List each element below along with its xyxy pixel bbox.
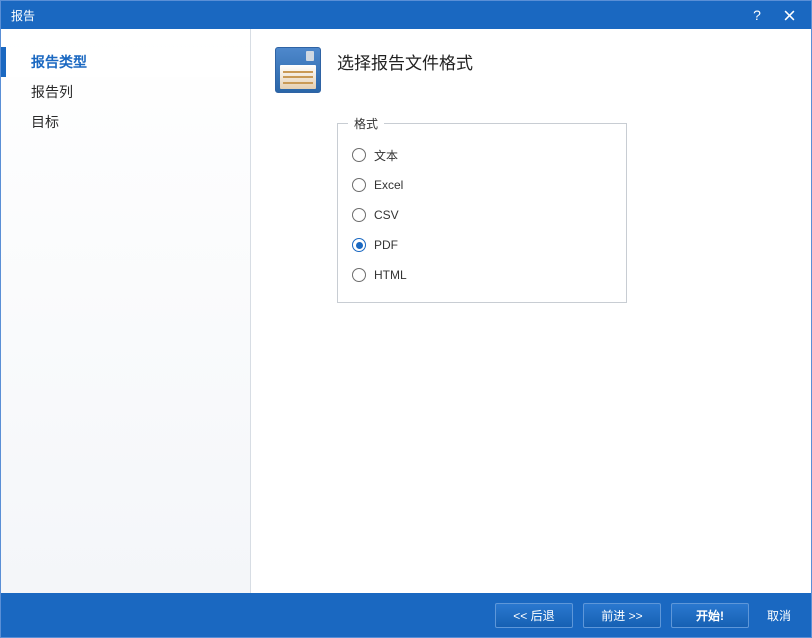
format-group: 格式 文本 Excel CSV PDF [337, 123, 627, 303]
radio-csv[interactable]: CSV [352, 200, 612, 230]
sidebar: 报告类型 报告列 目标 [1, 29, 251, 593]
page-title: 选择报告文件格式 [337, 47, 473, 74]
sidebar-item-target[interactable]: 目标 [1, 107, 250, 137]
sidebar-item-label: 报告列 [31, 82, 73, 102]
sidebar-item-report-columns[interactable]: 报告列 [1, 77, 250, 107]
radio-text[interactable]: 文本 [352, 140, 612, 170]
radio-icon [352, 148, 366, 162]
radio-icon [352, 268, 366, 282]
radio-icon [352, 178, 366, 192]
radio-icon [352, 238, 366, 252]
save-icon [275, 47, 321, 93]
radio-pdf[interactable]: PDF [352, 230, 612, 260]
button-label: << 后退 [513, 607, 554, 624]
start-button[interactable]: 开始! [671, 603, 749, 628]
button-label: 开始! [696, 607, 724, 624]
radio-html[interactable]: HTML [352, 260, 612, 290]
sidebar-item-label: 目标 [31, 112, 59, 132]
radio-label: PDF [374, 238, 398, 252]
button-label: 前进 >> [601, 607, 642, 624]
close-icon[interactable] [773, 1, 805, 29]
next-button[interactable]: 前进 >> [583, 603, 661, 628]
help-icon[interactable]: ? [741, 1, 773, 29]
window-title: 报告 [11, 7, 741, 24]
radio-icon [352, 208, 366, 222]
sidebar-item-label: 报告类型 [31, 52, 87, 72]
radio-label: Excel [374, 178, 403, 192]
radio-label: HTML [374, 268, 407, 282]
radio-excel[interactable]: Excel [352, 170, 612, 200]
cancel-button[interactable]: 取消 [759, 603, 799, 628]
sidebar-item-report-type[interactable]: 报告类型 [1, 47, 250, 77]
page-header: 选择报告文件格式 [275, 47, 787, 93]
dialog-window: 报告 ? 报告类型 报告列 目标 选择报告文件格式 [0, 0, 812, 638]
main-pane: 选择报告文件格式 格式 文本 Excel CSV PDF [251, 29, 811, 593]
dialog-body: 报告类型 报告列 目标 选择报告文件格式 格式 文本 [1, 29, 811, 593]
back-button[interactable]: << 后退 [495, 603, 573, 628]
button-label: 取消 [767, 607, 791, 624]
footer: << 后退 前进 >> 开始! 取消 [1, 593, 811, 637]
radio-label: CSV [374, 208, 399, 222]
radio-label: 文本 [374, 147, 398, 164]
titlebar: 报告 ? [1, 1, 811, 29]
format-group-label: 格式 [348, 115, 384, 132]
